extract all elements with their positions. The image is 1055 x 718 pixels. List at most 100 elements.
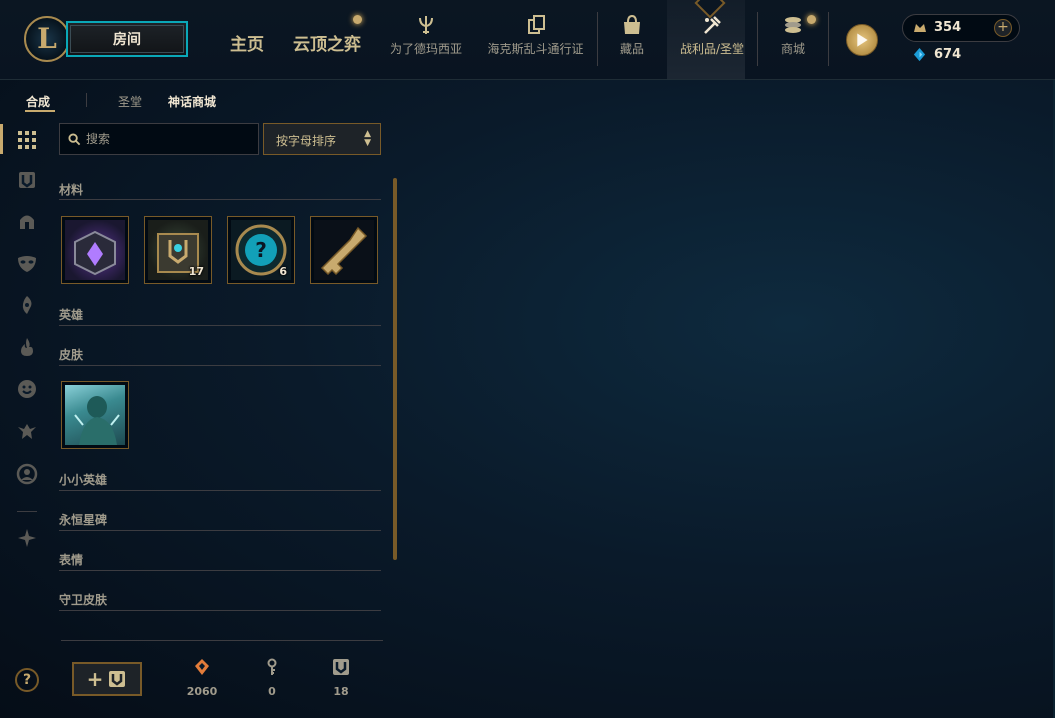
resource-chests: 18 <box>321 658 361 698</box>
sort-dropdown-value: 按字母排序 <box>276 134 337 148</box>
orange-essence-count: 2060 <box>186 685 218 698</box>
sentinel-icon <box>18 424 36 439</box>
sort-dropdown[interactable]: 按字母排序 ▲ ▼ <box>263 123 381 155</box>
rail-filter-champions[interactable] <box>16 211 38 233</box>
tab-crafting[interactable]: 合成 <box>26 93 50 110</box>
avatar-icon <box>16 463 38 485</box>
category-divider <box>59 570 381 571</box>
nav-for-demacia[interactable]: 为了德玛西亚 <box>388 14 464 64</box>
key-fragment-icon <box>267 658 277 675</box>
mythic-chest-icon <box>65 220 125 280</box>
blue-essence-icon <box>914 24 926 32</box>
rail-filter-profile-icons[interactable] <box>16 463 38 485</box>
add-currency-button[interactable]: + <box>994 19 1012 37</box>
hextech-key-icon <box>314 220 374 280</box>
hextech-chest-icon: 17 <box>148 220 208 280</box>
nav-loot[interactable]: 战利品/圣堂 <box>674 14 750 64</box>
category-divider <box>59 365 381 366</box>
svg-text:?: ? <box>255 238 267 262</box>
emote-icon <box>18 380 36 398</box>
mythic-chest-art <box>74 230 116 276</box>
nav-collection[interactable]: 藏品 <box>615 14 649 64</box>
rail-filter-wards[interactable] <box>16 294 38 316</box>
scrollbar-thumb[interactable] <box>393 178 397 560</box>
subtab-divider <box>86 93 87 107</box>
loot-item-mythic-chest[interactable] <box>61 216 129 284</box>
top-navigation-bar: L 房间 主页 云顶之弈 为了德玛西亚 海克斯乱斗通行证 藏品 战利品/圣堂 商… <box>0 0 1055 80</box>
nav-tft[interactable]: 云顶之弈 <box>293 30 361 55</box>
notification-dot <box>807 15 816 24</box>
skin-portrait <box>65 385 125 445</box>
craft-key-button[interactable]: + <box>72 662 142 696</box>
misc-icon <box>18 529 36 547</box>
orange-essence-value: 674 <box>934 47 962 62</box>
play-button-label: 房间 <box>113 32 141 48</box>
search-input[interactable] <box>86 130 251 148</box>
hextech-key-art <box>320 226 368 276</box>
nav-separator <box>757 12 758 66</box>
chevron-updown-icon: ▲ ▼ <box>364 129 371 148</box>
plus-label: + <box>86 667 104 691</box>
category-ward-skins-title: 守卫皮肤 <box>59 593 108 607</box>
nav-aram-pass[interactable]: 海克斯乱斗通行证 <box>485 14 586 64</box>
category-divider <box>59 530 381 531</box>
nav-aram-pass-label: 海克斯乱斗通行证 <box>487 42 584 56</box>
skin-portrait-art <box>74 396 120 445</box>
league-logo[interactable]: L <box>24 16 70 62</box>
flame-icon <box>21 338 33 356</box>
hammer-icon <box>704 16 721 34</box>
resource-orange-essence: 2060 <box>182 658 222 698</box>
rail-filter-icons[interactable] <box>16 336 38 358</box>
rail-filter-tft[interactable] <box>16 420 38 442</box>
rail-filter-materials[interactable] <box>16 169 38 191</box>
tab-sanctum[interactable]: 圣堂 <box>118 93 142 110</box>
category-eternals-title: 永恒星碑 <box>59 513 108 527</box>
nav-loot-label: 战利品/圣堂 <box>679 42 745 56</box>
loot-item-hextech-key[interactable] <box>310 216 378 284</box>
rail-filter-all[interactable] <box>16 129 38 151</box>
coins-icon <box>785 17 801 33</box>
item-count: 6 <box>279 265 287 278</box>
nav-store[interactable]: 商城 <box>777 14 809 64</box>
key-fragment-count: 0 <box>268 685 276 698</box>
category-emotes-title: 表情 <box>59 553 84 567</box>
mask-icon <box>18 256 36 272</box>
chest-count: 18 <box>333 685 349 698</box>
loot-item-hextech-chest[interactable]: 17 <box>144 216 212 284</box>
nav-collection-label: 藏品 <box>619 42 644 56</box>
chest-icon <box>333 659 349 675</box>
rail-filter-other[interactable] <box>16 527 38 549</box>
rail-filter-emotes[interactable] <box>16 378 38 400</box>
chest-icon <box>109 671 126 687</box>
rail-filter-skins[interactable] <box>16 252 38 274</box>
help-button[interactable]: ? <box>15 668 39 692</box>
loot-item-mystery-orb[interactable]: ? 6 <box>227 216 295 284</box>
ranked-badge-icon <box>857 33 868 47</box>
search-field[interactable] <box>59 123 259 155</box>
loot-item-skin[interactable] <box>61 381 129 449</box>
category-divider <box>59 610 381 611</box>
chest-icon <box>19 172 35 188</box>
trident-icon <box>419 16 433 34</box>
cards-icon <box>527 15 545 34</box>
category-divider <box>59 490 381 491</box>
blue-essence-value: 354 <box>934 20 962 35</box>
play-button-frame: 房间 <box>70 25 184 53</box>
category-champions-title: 英雄 <box>59 308 84 322</box>
category-divider <box>59 325 381 326</box>
tab-mythic-shop[interactable]: 神话商城 <box>168 93 216 110</box>
rail-active-indicator <box>0 124 3 154</box>
orange-essence-icon <box>195 659 209 675</box>
category-materials-title: 材料 <box>59 183 84 197</box>
nav-store-label: 商城 <box>780 42 805 56</box>
nav-home[interactable]: 主页 <box>230 30 264 55</box>
search-icon <box>68 133 81 146</box>
bottom-divider <box>61 640 383 641</box>
rail-separator <box>17 511 37 512</box>
profile-icon[interactable] <box>846 24 878 56</box>
mystery-orb-icon: ? 6 <box>231 220 291 280</box>
orange-essence-icon <box>913 47 926 62</box>
category-skins-title: 皮肤 <box>59 348 84 362</box>
play-button[interactable]: 房间 <box>66 21 188 57</box>
logo-letter: L <box>37 22 57 55</box>
